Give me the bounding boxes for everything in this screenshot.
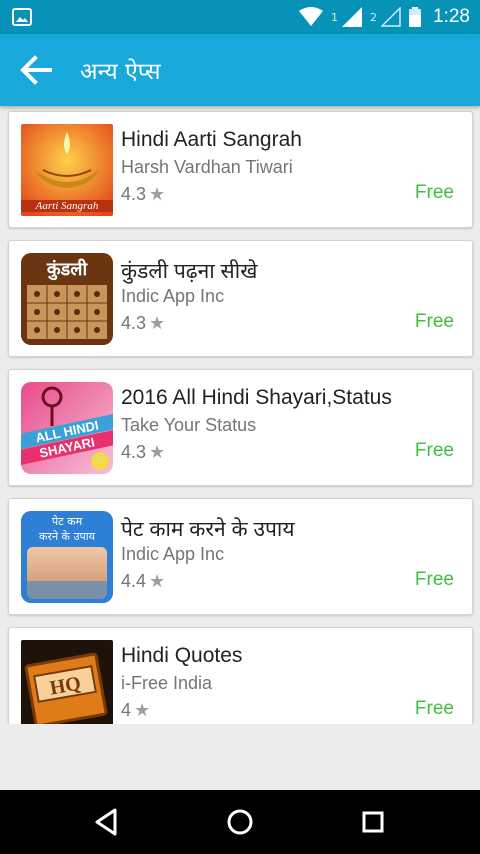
app-icon-quotes: HQ — [21, 640, 113, 724]
app-price: Free — [414, 182, 454, 203]
app-price: Free — [414, 311, 454, 332]
app-price: Free — [414, 569, 454, 590]
app-name: कुंडली पढ़ना सीखे — [121, 260, 258, 283]
app-developer: i-Free India — [121, 673, 213, 693]
star-icon: ★ — [149, 442, 166, 462]
navigation-bar — [0, 790, 480, 854]
list-item[interactable]: ALL HINDI SHAYARI 2016 All Hindi Shayari… — [8, 369, 473, 486]
sim1-label: 1 — [331, 10, 339, 24]
app-rating: 4.4 ★ — [121, 571, 165, 592]
app-name: पेट काम करने के उपाय — [121, 518, 295, 541]
wifi-icon — [299, 7, 324, 26]
icon-caption-2: करने के उपाय — [39, 530, 95, 543]
app-bar: अन्य ऐप्स — [0, 34, 480, 106]
rating-value: 4.4 — [121, 571, 147, 591]
app-icon-pet: पेट कम करने के उपाय — [21, 511, 113, 603]
app-price: Free — [414, 698, 454, 719]
app-rating: 4.3 ★ — [121, 313, 165, 334]
app-developer: Indic App Inc — [121, 544, 225, 564]
app-icon-shayari: ALL HINDI SHAYARI — [21, 382, 113, 474]
list-item[interactable]: Aarti Sangrah Hindi Aarti Sangrah Harsh … — [8, 111, 473, 228]
page-title: अन्य ऐप्स — [80, 59, 161, 85]
rating-value: 4.3 — [121, 313, 147, 333]
home-circle-icon[interactable] — [224, 806, 256, 838]
clock: 1:28 — [433, 6, 470, 27]
star-icon: ★ — [149, 184, 166, 204]
rating-value: 4.3 — [121, 184, 147, 204]
app-developer: Indic App Inc — [121, 286, 225, 306]
star-icon: ★ — [149, 313, 166, 333]
list-item[interactable]: HQ Hindi Quotes i-Free India 4 ★ Free — [8, 627, 473, 724]
sim2-label: 2 — [370, 10, 378, 24]
app-icon-kundali: कुंडली — [21, 253, 113, 345]
rating-value: 4 — [121, 700, 132, 720]
icon-caption-1: पेट कम — [51, 515, 83, 528]
list-item[interactable]: पेट कम करने के उपाय पेट काम करने के उपाय… — [8, 498, 473, 615]
back-arrow-icon[interactable] — [18, 52, 54, 88]
app-rating: 4.3 ★ — [121, 184, 165, 205]
list-item[interactable]: कुंडली कुंडली पढ़ना सीखे Indic App Inc 4… — [8, 240, 473, 357]
signal-empty-icon — [381, 7, 401, 27]
icon-caption: कुंडली — [46, 259, 88, 280]
app-name: Hindi Quotes — [121, 644, 243, 667]
back-triangle-icon[interactable] — [91, 806, 123, 838]
recents-square-icon[interactable] — [357, 806, 389, 838]
app-list[interactable]: Aarti Sangrah Hindi Aarti Sangrah Harsh … — [0, 106, 480, 724]
rating-value: 4.3 — [121, 442, 147, 462]
app-name: 2016 All Hindi Shayari,Status — [121, 386, 392, 409]
battery-icon — [409, 7, 422, 27]
app-rating: 4 ★ — [121, 700, 150, 721]
signal-icon — [342, 7, 363, 27]
app-developer: Take Your Status — [121, 415, 257, 435]
star-icon: ★ — [149, 571, 166, 591]
status-bar: 1 2 1:28 — [0, 0, 480, 34]
icon-caption: Aarti Sangrah — [21, 200, 113, 212]
image-icon — [12, 8, 32, 26]
app-name: Hindi Aarti Sangrah — [121, 128, 302, 151]
star-icon: ★ — [134, 700, 151, 720]
app-icon-aarti: Aarti Sangrah — [21, 124, 113, 216]
app-developer: Harsh Vardhan Tiwari — [121, 157, 293, 177]
app-rating: 4.3 ★ — [121, 442, 165, 463]
empty-area — [0, 724, 480, 790]
app-price: Free — [414, 440, 454, 461]
